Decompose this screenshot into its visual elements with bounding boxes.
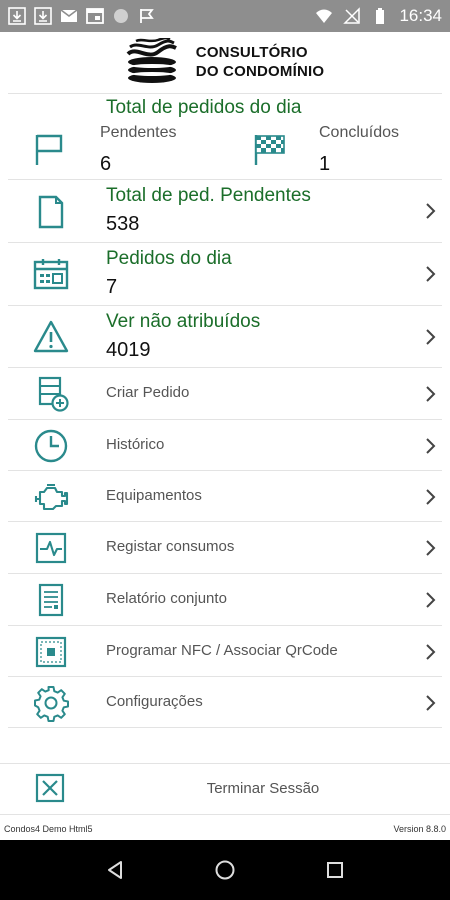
chevron-right-icon bbox=[426, 386, 436, 402]
chevron-right-icon bbox=[426, 592, 436, 608]
divider bbox=[8, 727, 442, 728]
chevron-right-icon bbox=[426, 644, 436, 660]
menu-label: Programar NFC / Associar QrCode bbox=[106, 642, 338, 659]
gmail-icon bbox=[60, 9, 78, 22]
done-label: Concluídos bbox=[319, 124, 400, 141]
home-button[interactable] bbox=[205, 850, 245, 890]
circle-icon bbox=[114, 9, 128, 23]
row-title: Pedidos do dia bbox=[106, 248, 232, 269]
back-button[interactable] bbox=[95, 850, 135, 890]
logo-line1: CONSULTÓRIO bbox=[195, 44, 308, 61]
daily-summary: Total de pedidos do dia Pendentes 6 Conc… bbox=[0, 93, 450, 179]
engine-icon bbox=[34, 483, 69, 511]
menu-item-equipamentos[interactable]: Equipamentos bbox=[0, 471, 450, 522]
back-triangle-icon bbox=[108, 861, 122, 879]
row-value: 538 bbox=[106, 213, 140, 235]
menu-item-relatorio-conjunto[interactable]: Relatório conjunto bbox=[0, 574, 450, 625]
app-screen: 16:34 CONSULTÓRIO DO CONDOMÍNIO Total de… bbox=[0, 0, 450, 900]
menu-item-criar-pedido[interactable]: Criar Pedido bbox=[0, 368, 450, 419]
download-icon bbox=[8, 7, 26, 25]
chevron-right-icon bbox=[426, 438, 436, 454]
battery-icon bbox=[376, 8, 385, 24]
row-value: 4019 bbox=[106, 339, 151, 361]
logout-button[interactable]: Terminar Sessão bbox=[0, 764, 450, 814]
download-icon bbox=[34, 7, 52, 25]
pending-label: Pendentes bbox=[100, 124, 177, 141]
pending-value: 6 bbox=[100, 153, 112, 175]
wifi-icon bbox=[316, 9, 333, 23]
app-name-footer: Condos4 Demo Html5 bbox=[4, 824, 93, 834]
total-pending-row[interactable]: Total de ped. Pendentes 538 bbox=[0, 180, 450, 242]
calendar-icon bbox=[33, 259, 69, 290]
chevron-right-icon bbox=[426, 266, 436, 282]
done-value: 1 bbox=[319, 153, 331, 175]
flag-icon bbox=[35, 134, 63, 165]
chevron-right-icon bbox=[426, 203, 436, 219]
unassigned-row[interactable]: Ver não atribuídos 4019 bbox=[0, 306, 450, 368]
calendar-app-icon bbox=[86, 8, 104, 24]
chevron-right-icon bbox=[426, 489, 436, 505]
version-footer: Version 8.8.0 bbox=[393, 824, 446, 834]
system-nav-bar bbox=[0, 840, 450, 900]
status-bar: 16:34 bbox=[0, 0, 450, 32]
app-logo-icon bbox=[126, 38, 177, 83]
home-circle-icon bbox=[215, 860, 235, 880]
divider bbox=[0, 814, 450, 815]
menu-label: Configurações bbox=[106, 693, 203, 710]
menu-label: Registar consumos bbox=[106, 538, 235, 555]
row-title: Total de ped. Pendentes bbox=[106, 185, 311, 206]
warning-icon bbox=[33, 320, 69, 353]
share-icon bbox=[140, 9, 154, 23]
row-title: Ver não atribuídos bbox=[106, 311, 261, 332]
menu-label: Relatório conjunto bbox=[106, 590, 227, 607]
menu-item-configuracoes[interactable]: Configurações bbox=[0, 677, 450, 728]
add-order-icon bbox=[38, 376, 69, 412]
menu-item-programar-nfc[interactable]: Programar NFC / Associar QrCode bbox=[0, 626, 450, 677]
menu-label: Equipamentos bbox=[106, 487, 202, 504]
gear-icon bbox=[34, 686, 69, 722]
menu-label: Histórico bbox=[106, 436, 165, 453]
clock-icon bbox=[34, 429, 68, 463]
menu-item-historico[interactable]: Histórico bbox=[0, 420, 450, 471]
checkered-flag-icon bbox=[254, 135, 285, 165]
chevron-right-icon bbox=[426, 695, 436, 711]
row-value: 7 bbox=[106, 276, 118, 298]
document-icon bbox=[38, 195, 64, 229]
qrcode-nfc-icon bbox=[35, 636, 67, 668]
orders-today-row[interactable]: Pedidos do dia 7 bbox=[0, 243, 450, 305]
recents-button[interactable] bbox=[315, 850, 355, 890]
report-icon bbox=[38, 583, 64, 617]
menu-label: Criar Pedido bbox=[106, 384, 190, 401]
no-signal-icon bbox=[343, 7, 361, 24]
logout-label: Terminar Sessão bbox=[206, 780, 320, 797]
menu-item-registar-consumos[interactable]: Registar consumos bbox=[0, 522, 450, 573]
status-time: 16:34 bbox=[399, 6, 442, 25]
summary-title: Total de pedidos do dia bbox=[106, 97, 302, 118]
activity-monitor-icon bbox=[35, 532, 67, 564]
app-header: CONSULTÓRIO DO CONDOMÍNIO bbox=[0, 32, 450, 92]
app-logo-text: CONSULTÓRIO DO CONDOMÍNIO bbox=[196, 43, 324, 81]
chevron-right-icon bbox=[426, 329, 436, 345]
chevron-right-icon bbox=[426, 540, 436, 556]
recents-square-icon bbox=[327, 862, 343, 878]
logo-line2: DO CONDOMÍNIO bbox=[195, 63, 325, 80]
